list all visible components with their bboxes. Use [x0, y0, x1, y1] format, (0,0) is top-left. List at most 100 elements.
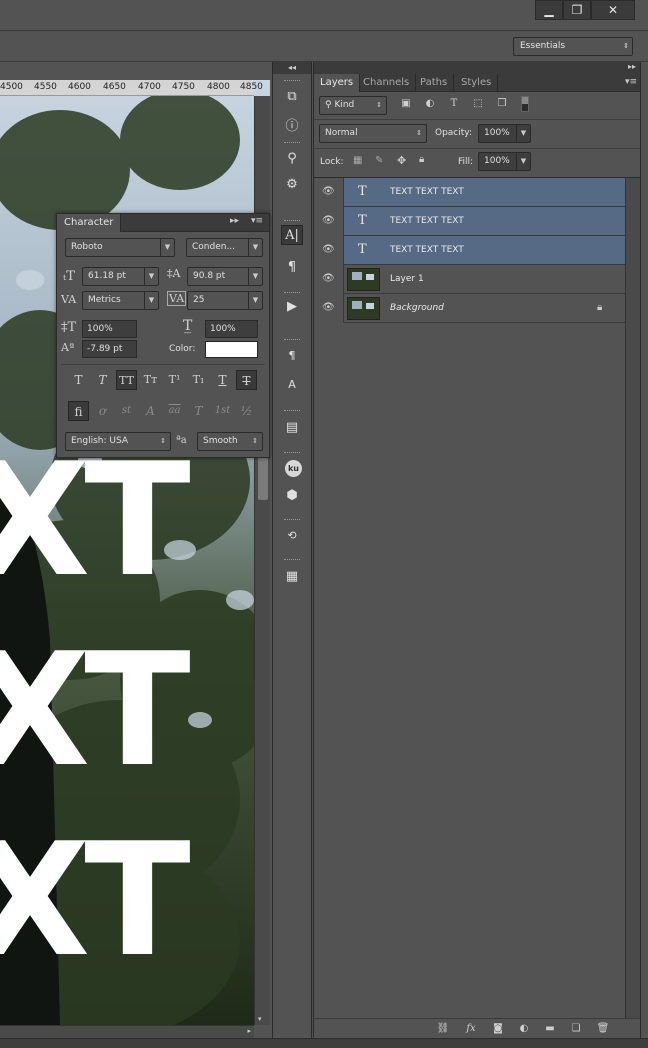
strip-grip[interactable]	[284, 410, 300, 413]
tab-character[interactable]: Character	[57, 214, 122, 232]
strip-grip[interactable]	[284, 519, 300, 522]
new-layer-icon[interactable]: ❏	[567, 1021, 585, 1037]
superscript-button[interactable]: T¹	[164, 370, 185, 390]
type-filter-icon[interactable]: T	[447, 97, 461, 111]
tab-layers[interactable]: Layers	[314, 74, 361, 92]
workspace-select[interactable]: Essentials ⇕	[513, 37, 633, 56]
font-size-select[interactable]: 61.18 pt ▼	[82, 267, 159, 286]
kerning-select[interactable]: Metrics ▼	[82, 291, 159, 310]
layer-row[interactable]: 👁︎ Background 🔒︎	[314, 294, 625, 323]
paragraph-panel-icon[interactable]: ¶	[281, 258, 303, 278]
titling-alternates-button[interactable]: T	[188, 401, 209, 421]
strip-grip[interactable]	[284, 559, 300, 562]
font-style-select[interactable]: Conden... ▼	[186, 238, 263, 257]
opacity-input[interactable]: 100% ▼	[478, 124, 531, 143]
layer-row[interactable]: 👁︎ T TEXT TEXT TEXT	[314, 236, 625, 265]
paragraph-styles-icon[interactable]: ¶	[281, 346, 303, 366]
layer-row[interactable]: 👁︎ T TEXT TEXT TEXT	[314, 178, 625, 207]
info-icon[interactable]: ⓘ	[281, 117, 303, 137]
lock-image-brush-icon[interactable]: ✎	[375, 155, 383, 166]
strip-grip[interactable]	[284, 292, 300, 295]
brush-presets-icon[interactable]: ⚲	[281, 149, 303, 169]
shape-filter-icon[interactable]: ⬚	[471, 97, 485, 111]
stylistic-alternates-button[interactable]: st	[116, 401, 137, 421]
delete-layer-icon[interactable]: 🗑︎	[594, 1021, 612, 1037]
faux-bold-button[interactable]: T	[68, 370, 89, 390]
discretionary-ligatures-button[interactable]: aa	[164, 401, 185, 421]
horizontal-scale-input[interactable]: 100%	[205, 320, 258, 338]
strip-grip[interactable]	[284, 142, 300, 145]
blend-mode-select[interactable]: Normal ⇕	[319, 124, 427, 143]
character-styles-icon[interactable]: A	[281, 375, 303, 395]
antialias-select[interactable]: Smooth ⇕	[197, 432, 263, 451]
strip-grip[interactable]	[284, 339, 300, 342]
layer-row[interactable]: 👁︎ Layer 1	[314, 265, 625, 294]
eye-icon[interactable]: 👁︎	[322, 216, 335, 226]
collapse-icon[interactable]: ▸▸	[230, 216, 239, 226]
visibility-cell[interactable]: 👁︎	[314, 236, 344, 265]
font-family-select[interactable]: Roboto ▼	[65, 238, 175, 257]
horizontal-ruler[interactable]: 4500 4550 4600 4650 4700 4750 4800 4850	[0, 80, 263, 96]
expand-panels-icon[interactable]: ▸▸	[628, 62, 636, 71]
history-icon[interactable]: ⟲	[281, 526, 303, 546]
ordinals-button[interactable]: 1st	[212, 401, 233, 421]
visibility-cell[interactable]: 👁︎	[314, 265, 344, 294]
layer-comps-icon[interactable]: ▦	[281, 567, 303, 587]
faux-italic-button[interactable]: T	[92, 370, 113, 390]
tracking-select[interactable]: 25 ▼	[187, 291, 263, 310]
layer-filter-kind-select[interactable]: ⚲ Kind ⇕	[319, 96, 387, 115]
strip-grip[interactable]	[284, 452, 300, 455]
strip-grip[interactable]	[284, 220, 300, 223]
panel-menu-icon[interactable]: ▾≡	[625, 77, 637, 87]
smart-object-filter-icon[interactable]: ❒	[495, 97, 509, 111]
lock-all-icon[interactable]: 🔒︎	[419, 154, 424, 165]
swash-button[interactable]: A	[140, 401, 161, 421]
eye-icon[interactable]: 👁︎	[322, 274, 335, 284]
adjustments-icon[interactable]: ⚙	[281, 175, 303, 195]
tab-paths[interactable]: Paths	[414, 74, 455, 92]
scroll-right-icon[interactable]: ▸	[247, 1027, 251, 1035]
panel-menu-icon[interactable]: ▾≡	[251, 216, 263, 226]
minimize-button[interactable]: ▁	[535, 0, 563, 20]
canvas-text-line-3[interactable]: XT	[0, 822, 191, 978]
layer-row[interactable]: 👁︎ T TEXT TEXT TEXT	[314, 207, 625, 236]
vertical-scale-input[interactable]: 100%	[82, 320, 137, 338]
canvas-text-line-1[interactable]: XT	[0, 442, 191, 598]
tab-styles[interactable]: Styles	[455, 74, 499, 92]
old-style-button[interactable]: ơ	[92, 401, 113, 421]
collapse-strip-icon[interactable]: ◂◂	[273, 62, 311, 74]
pixel-filter-icon[interactable]: ▣	[399, 97, 413, 111]
close-button[interactable]: ✕	[591, 0, 635, 20]
eye-icon[interactable]: 👁︎	[322, 245, 335, 255]
character-panel-icon[interactable]: A|	[281, 225, 303, 245]
subscript-button[interactable]: T₁	[188, 370, 209, 390]
leading-select[interactable]: 90.8 pt ▼	[187, 267, 263, 286]
scroll-down-icon[interactable]: ▾	[258, 1015, 262, 1023]
adjustment-filter-icon[interactable]: ◐	[423, 97, 437, 111]
lock-transparent-icon[interactable]: ▦	[353, 155, 362, 166]
all-caps-button[interactable]: TT	[116, 370, 137, 390]
scrollbar-thumb[interactable]	[258, 456, 268, 500]
text-color-swatch[interactable]	[205, 341, 258, 358]
canvas-horizontal-scrollbar[interactable]: ▸	[0, 1025, 254, 1038]
eye-icon[interactable]: 👁︎	[322, 303, 335, 313]
ligatures-button[interactable]: ﬁ	[68, 401, 89, 421]
underline-button[interactable]: T	[212, 370, 233, 390]
restore-button[interactable]: ❐	[563, 0, 591, 20]
strikethrough-button[interactable]: T	[236, 370, 257, 390]
visibility-cell[interactable]: 👁︎	[314, 207, 344, 236]
visibility-cell[interactable]: 👁︎	[314, 294, 344, 323]
kuler-icon[interactable]: ku	[285, 460, 302, 477]
cube-icon[interactable]: ⬢	[281, 486, 303, 506]
fx-icon[interactable]: fx	[462, 1021, 480, 1037]
strip-grip[interactable]	[284, 80, 300, 83]
notes-icon[interactable]: ▤	[281, 418, 303, 438]
new-group-icon[interactable]: ▬	[541, 1021, 559, 1037]
baseline-shift-input[interactable]: -7.89 pt	[82, 340, 137, 358]
eye-icon[interactable]: 👁︎	[322, 187, 335, 197]
layers-scrollbar[interactable]	[625, 178, 640, 1018]
adjustment-layer-icon[interactable]: ◐	[515, 1021, 533, 1037]
3d-icon[interactable]: ⧉	[281, 87, 303, 107]
fill-input[interactable]: 100% ▼	[478, 152, 531, 171]
fractions-button[interactable]: ½	[236, 401, 257, 421]
